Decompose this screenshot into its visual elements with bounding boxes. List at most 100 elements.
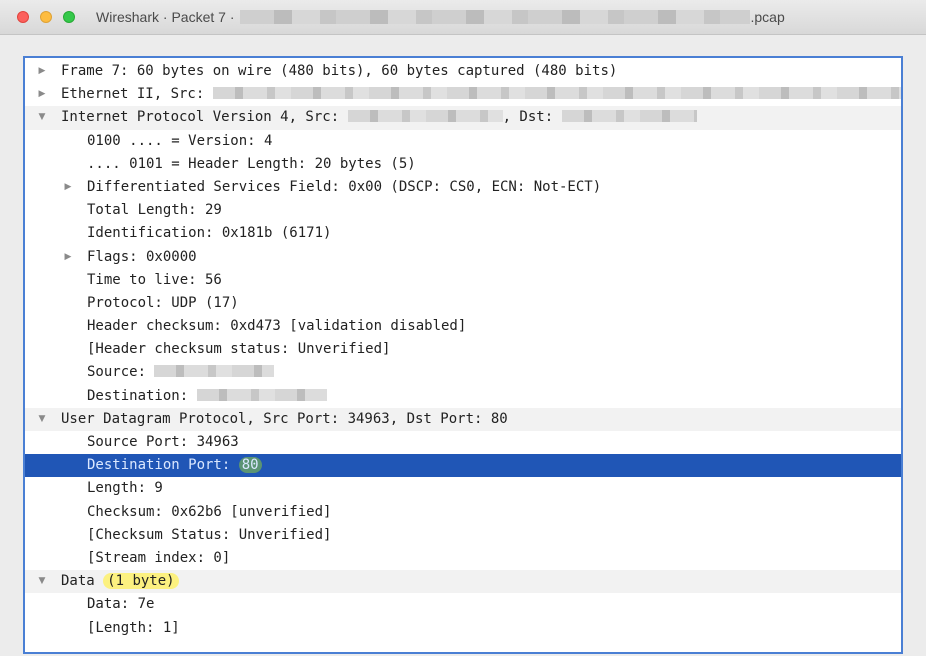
- expand-triangle-icon[interactable]: ▶: [61, 176, 75, 199]
- tree-row-text: Flags: 0x0000: [87, 246, 197, 269]
- field-label: Flags: 0x0000: [87, 248, 197, 265]
- tree-row[interactable]: [Stream index: 0]: [25, 547, 901, 570]
- window-title-prefix: Wireshark · Packet 7 ·: [96, 9, 235, 25]
- tree-row-text: Data: 7e: [87, 593, 154, 616]
- field-label: 0100 .... = Version: 4: [87, 132, 273, 149]
- field-label: Differentiated Services Field: 0x00 (DSC…: [87, 178, 602, 195]
- marked-port-value: 80: [238, 457, 262, 474]
- tree-row-text: [Stream index: 0]: [87, 547, 230, 570]
- tree-row[interactable]: ▼ User Datagram Protocol, Src Port: 34963…: [25, 407, 901, 431]
- tree-row-text: Protocol: UDP (17): [87, 292, 239, 315]
- field-label: Header checksum: 0xd473 [validation disa…: [87, 318, 467, 335]
- tree-row-text: Destination:: [87, 385, 327, 408]
- close-window-button[interactable]: [17, 11, 29, 23]
- field-label: .... 0101 = Header Length: 20 bytes (5): [87, 155, 416, 172]
- field-label: [Stream index: 0]: [87, 549, 231, 566]
- tree-row[interactable]: Checksum: 0x62b6 [unverified]: [25, 501, 901, 524]
- collapse-triangle-icon[interactable]: ▼: [35, 570, 49, 593]
- tree-row[interactable]: Time to live: 56: [25, 269, 901, 292]
- tree-row[interactable]: ▶ Differentiated Services Field: 0x00 (DS…: [25, 176, 901, 199]
- tree-row[interactable]: Identification: 0x181b (6171): [25, 222, 901, 245]
- tree-row-selected[interactable]: Destination Port: 80: [25, 454, 901, 478]
- tree-row-text: Ethernet II, Src:: [61, 83, 901, 106]
- expand-triangle-icon[interactable]: ▶: [35, 60, 49, 83]
- tree-row-text: [Checksum Status: Unverified]: [87, 524, 331, 547]
- field-label: Total Length: 29: [87, 202, 222, 219]
- tree-row-text: Internet Protocol Version 4, Src: , Dst:: [61, 106, 697, 129]
- field-label: Source Port: 34963: [87, 434, 239, 450]
- redacted-value: [561, 110, 697, 123]
- window-title: Wireshark · Packet 7 · .pcap: [96, 9, 785, 25]
- tree-row[interactable]: [Header checksum status: Unverified]: [25, 338, 901, 361]
- tree-row[interactable]: Source:: [25, 361, 901, 384]
- field-label: Protocol: UDP (17): [87, 294, 239, 311]
- redacted-value: [212, 87, 901, 100]
- tree-row[interactable]: [Checksum Status: Unverified]: [25, 524, 901, 547]
- redacted-value: [347, 110, 503, 123]
- tree-row-text: [Length: 1]: [87, 617, 180, 640]
- tree-row-text: Header checksum: 0xd473 [validation disa…: [87, 315, 466, 338]
- tree-row-text: [Header checksum status: Unverified]: [87, 338, 390, 361]
- field-label: Identification: 0x181b (6171): [87, 225, 332, 242]
- field-label: Data: [61, 573, 104, 590]
- expand-triangle-icon[interactable]: ▶: [35, 83, 49, 106]
- collapse-triangle-icon[interactable]: ▼: [35, 408, 49, 431]
- expand-triangle-icon[interactable]: ▶: [61, 246, 75, 269]
- tree-row[interactable]: Total Length: 29: [25, 199, 901, 222]
- minimize-window-button[interactable]: [40, 11, 52, 23]
- field-label: Destination:: [87, 387, 197, 404]
- field-label: Source:: [87, 364, 155, 381]
- field-label: Internet Protocol Version 4, Src:: [61, 109, 348, 126]
- field-label-continued: , Dst:: [502, 109, 562, 126]
- field-label: Length: 9: [87, 480, 163, 497]
- tree-row-text: Identification: 0x181b (6171): [87, 222, 331, 245]
- field-label: [Header checksum status: Unverified]: [87, 341, 391, 358]
- field-label: Checksum: 0x62b6 [unverified]: [87, 503, 332, 520]
- tree-row[interactable]: ▶ Ethernet II, Src:: [25, 83, 901, 106]
- redacted-filename: [240, 10, 751, 24]
- zoom-window-button[interactable]: [63, 11, 75, 23]
- tree-row[interactable]: .... 0101 = Header Length: 20 bytes (5): [25, 153, 901, 176]
- tree-row-text: Source Port: 34963: [87, 431, 239, 454]
- tree-row[interactable]: ▼ Internet Protocol Version 4, Src: , Dst…: [25, 106, 901, 130]
- tree-row-text: Total Length: 29: [87, 199, 222, 222]
- tree-row[interactable]: Data: 7e: [25, 593, 901, 616]
- field-label: Destination Port:: [87, 457, 239, 474]
- packet-details-tree: ▶ Frame 7: 60 bytes on wire (480 bits), 6…: [25, 60, 901, 640]
- tree-row-text: Destination Port: 80: [87, 454, 262, 477]
- tree-row-text: Length: 9: [87, 477, 163, 500]
- marked-data-length: (1 byte): [103, 573, 179, 590]
- tree-row-text: 0100 .... = Version: 4: [87, 130, 272, 153]
- tree-row-text: User Datagram Protocol, Src Port: 34963,…: [61, 408, 508, 431]
- tree-row[interactable]: Source Port: 34963: [25, 431, 901, 454]
- tree-row[interactable]: Length: 9: [25, 477, 901, 500]
- tree-row-text: Frame 7: 60 bytes on wire (480 bits), 60…: [61, 60, 617, 83]
- title-bar[interactable]: Wireshark · Packet 7 · .pcap: [0, 0, 926, 35]
- tree-row[interactable]: Destination:: [25, 385, 901, 408]
- redacted-value: [196, 388, 327, 401]
- window-title-suffix: .pcap: [750, 9, 785, 25]
- field-label: Data: 7e: [87, 596, 155, 613]
- tree-row-text: Differentiated Services Field: 0x00 (DSC…: [87, 176, 601, 199]
- field-label: [Checksum Status: Unverified]: [87, 526, 332, 543]
- tree-row[interactable]: Protocol: UDP (17): [25, 292, 901, 315]
- tree-row[interactable]: Header checksum: 0xd473 [validation disa…: [25, 315, 901, 338]
- collapse-triangle-icon[interactable]: ▼: [35, 106, 49, 129]
- field-label: Time to live: 56: [87, 271, 222, 288]
- tree-row-text: Data (1 byte): [61, 570, 179, 593]
- tree-row[interactable]: [Length: 1]: [25, 617, 901, 640]
- tree-row-text: Checksum: 0x62b6 [unverified]: [87, 501, 331, 524]
- tree-row-text: Source:: [87, 361, 275, 384]
- field-label: [Length: 1]: [87, 619, 180, 636]
- field-label: Frame 7: 60 bytes on wire (480 bits), 60…: [61, 63, 618, 79]
- tree-row-text: .... 0101 = Header Length: 20 bytes (5): [87, 153, 416, 176]
- tree-row[interactable]: ▶ Frame 7: 60 bytes on wire (480 bits), 6…: [25, 60, 901, 83]
- tree-row[interactable]: ▼ Data (1 byte): [25, 570, 901, 594]
- field-label: Ethernet II, Src:: [61, 86, 213, 103]
- tree-row[interactable]: ▶ Flags: 0x0000: [25, 246, 901, 269]
- tree-row[interactable]: 0100 .... = Version: 4: [25, 130, 901, 153]
- wireshark-window: Wireshark · Packet 7 · .pcap ▶ Frame 7: 60…: [0, 0, 926, 656]
- packet-details-pane[interactable]: ▶ Frame 7: 60 bytes on wire (480 bits), 6…: [23, 56, 903, 654]
- field-label: User Datagram Protocol, Src Port: 34963,…: [61, 410, 508, 427]
- redacted-value: [154, 365, 275, 378]
